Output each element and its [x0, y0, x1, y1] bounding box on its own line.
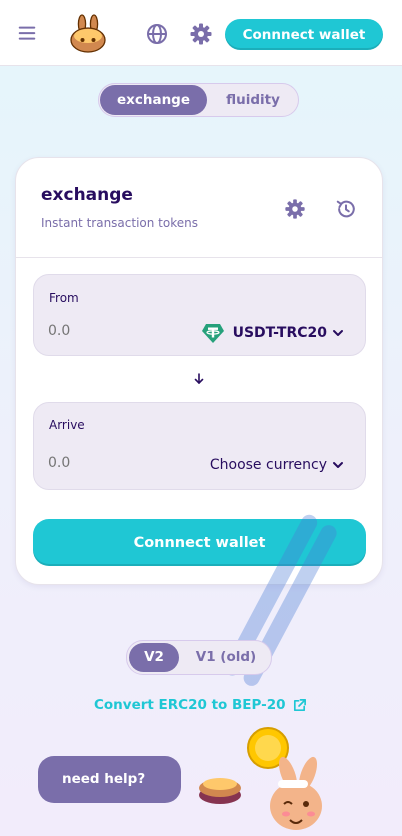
- gear-icon[interactable]: [189, 22, 213, 46]
- need-help-button[interactable]: need help?: [38, 756, 181, 803]
- arrive-label: Arrive: [49, 418, 85, 432]
- arrive-amount-input[interactable]: [48, 455, 168, 471]
- tab-exchange[interactable]: exchange: [100, 85, 207, 115]
- mode-toggle: exchange fluidity: [98, 83, 299, 117]
- card-header: exchange Instant transaction tokens: [16, 158, 382, 258]
- pancake-logo[interactable]: [68, 14, 108, 54]
- globe-icon[interactable]: [145, 22, 169, 46]
- convert-link-text: Convert ERC20 to BEP-20: [94, 697, 286, 713]
- exchange-card: exchange Instant transaction tokens From: [15, 157, 383, 585]
- bunny-mascot-illustration: [199, 727, 322, 830]
- from-token-select[interactable]: USDT-TRC20: [201, 321, 345, 345]
- arrow-down-icon[interactable]: [191, 371, 207, 387]
- convert-erc20-link[interactable]: Convert ERC20 to BEP-20: [94, 697, 307, 713]
- tether-icon: [201, 324, 224, 343]
- chevron-down-icon: [333, 462, 343, 468]
- top-navbar: Connnect wallet: [0, 0, 402, 66]
- connect-wallet-button[interactable]: Connnect wallet: [33, 519, 366, 566]
- arrive-token-name: Choose currency: [209, 457, 327, 473]
- from-token-name: USDT-TRC20: [232, 325, 327, 341]
- history-icon[interactable]: [335, 198, 357, 220]
- arrive-panel: Arrive Choose currency: [33, 402, 366, 490]
- tab-v2[interactable]: V2: [129, 643, 179, 672]
- connect-wallet-header-button[interactable]: Connnect wallet: [225, 19, 383, 50]
- arrive-token-select[interactable]: Choose currency: [210, 453, 345, 477]
- card-title: exchange: [41, 185, 133, 205]
- tab-v1-old[interactable]: V1 (old): [183, 643, 269, 672]
- from-panel: From USDT-TRC20: [33, 274, 366, 356]
- version-toggle: V2 V1 (old): [126, 640, 272, 675]
- from-label: From: [49, 291, 79, 305]
- gear-icon[interactable]: [284, 198, 306, 220]
- menu-icon[interactable]: [16, 22, 38, 44]
- card-subtitle: Instant transaction tokens: [41, 216, 198, 230]
- tab-fluidity[interactable]: fluidity: [209, 85, 297, 115]
- chevron-down-icon: [333, 330, 343, 336]
- from-amount-input[interactable]: [48, 323, 168, 339]
- external-link-icon: [293, 698, 306, 711]
